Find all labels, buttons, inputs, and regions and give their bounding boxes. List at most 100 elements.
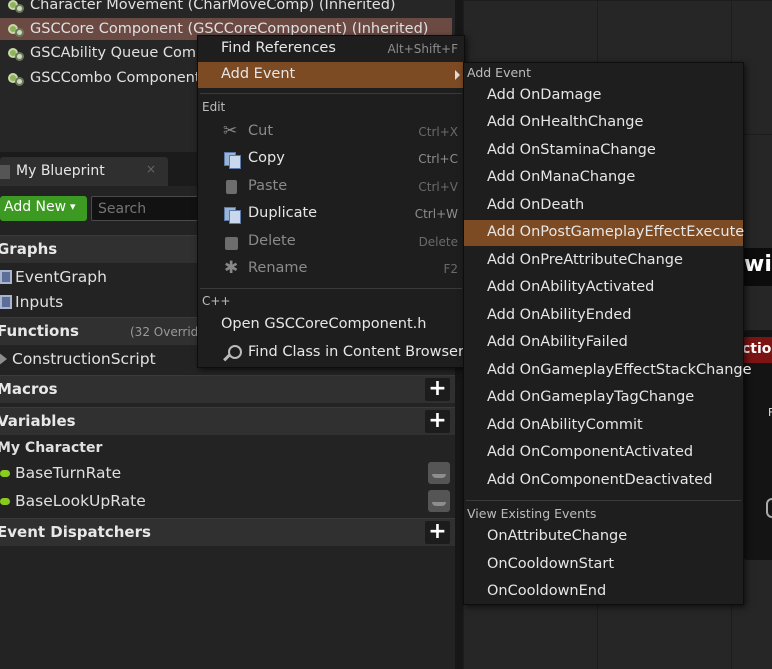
paste-icon xyxy=(223,179,241,195)
submenu-item-oncooldownstart[interactable]: OnCooldownStart xyxy=(464,552,743,578)
submenu-item-add-ondeath[interactable]: Add OnDeath xyxy=(464,193,743,219)
submenu-item-onattributechange[interactable]: OnAttributeChange xyxy=(464,524,743,550)
menu-item-copy[interactable]: Copy Ctrl+C xyxy=(198,146,464,172)
graph-item-eventgraph[interactable]: EventGraph xyxy=(0,265,107,289)
submenu-item-add-ondamage[interactable]: Add OnDamage xyxy=(464,83,743,109)
menu-item-label: Delete xyxy=(248,233,296,249)
component-label: GSCCombo Component xyxy=(30,70,201,86)
menu-item-label: Find Class in Content Browser xyxy=(248,344,464,360)
submenu-item-add-onpreattributechange[interactable]: Add OnPreAttributeChange xyxy=(464,248,743,274)
menu-item-add-event[interactable]: Add Event xyxy=(198,62,464,88)
submenu-arrow-icon xyxy=(455,70,460,80)
submenu-item-label: Add OnAbilityFailed xyxy=(487,334,628,350)
add-variable-button[interactable]: + xyxy=(425,410,450,433)
graph-node-header: ction xyxy=(742,337,772,363)
close-tab-icon[interactable]: × xyxy=(146,162,156,176)
submenu-item-label: Add OnAbilityCommit xyxy=(487,417,643,433)
search-input[interactable] xyxy=(91,196,201,221)
graph-node-header-title: ction xyxy=(742,341,772,357)
function-label: ConstructionScript xyxy=(12,350,156,368)
menu-item-delete[interactable]: Delete Delete xyxy=(198,229,464,255)
blueprint-tab-icon xyxy=(0,165,10,179)
component-row-character-movement[interactable]: Character Movement (CharMoveComp) (Inher… xyxy=(8,0,396,16)
menu-section-cpp: C++ xyxy=(202,294,231,308)
graph-node-pin-label: F xyxy=(768,406,772,419)
menu-item-cut[interactable]: Cut Ctrl+X xyxy=(198,119,464,145)
submenu-item-oncooldownend[interactable]: OnCooldownEnd xyxy=(464,579,743,605)
menu-item-shortcut: F2 xyxy=(443,262,458,276)
variable-row-baselookuprate[interactable]: BaseLookUpRate xyxy=(0,489,455,515)
menu-item-label: Rename xyxy=(248,260,308,276)
submenu-item-add-onabilitycommit[interactable]: Add OnAbilityCommit xyxy=(464,413,743,439)
submenu-item-add-oncomponentdeactivated[interactable]: Add OnComponentDeactivated xyxy=(464,468,743,494)
menu-divider xyxy=(200,93,462,94)
submenu-item-add-onstaminachange[interactable]: Add OnStaminaChange xyxy=(464,138,743,164)
menu-divider xyxy=(200,288,462,289)
submenu-item-label: Add OnDamage xyxy=(487,87,602,103)
submenu-item-add-oncomponentactivated[interactable]: Add OnComponentActivated xyxy=(464,440,743,466)
component-icon xyxy=(8,20,26,38)
menu-item-shortcut: Ctrl+C xyxy=(418,152,458,166)
variable-row-baseturnrate[interactable]: BaseTurnRate xyxy=(0,461,455,487)
section-title: Event Dispatchers xyxy=(0,523,151,541)
menu-item-find-class[interactable]: Find Class in Content Browser xyxy=(198,340,464,366)
component-row-gsccombo[interactable]: GSCCombo Component xyxy=(8,67,201,89)
component-label: Character Movement (CharMoveComp) (Inher… xyxy=(30,0,396,13)
menu-item-rename[interactable]: Rename F2 xyxy=(198,256,464,282)
menu-item-open-header[interactable]: Open GSCCoreComponent.h xyxy=(198,312,464,338)
submenu-item-add-onabilityfailed[interactable]: Add OnAbilityFailed xyxy=(464,330,743,356)
graph-label: Inputs xyxy=(15,293,64,311)
add-new-button[interactable]: Add New ▾ xyxy=(0,196,87,221)
section-macros[interactable]: Macros + xyxy=(0,375,455,403)
menu-section-edit: Edit xyxy=(202,100,226,114)
section-title: Graphs xyxy=(0,240,58,258)
graph-label: EventGraph xyxy=(15,268,107,286)
component-label: GSCAbility Queue Compo xyxy=(30,45,215,61)
section-title: Macros xyxy=(0,380,58,398)
submenu-item-label: OnCooldownStart xyxy=(487,556,615,572)
submenu-item-label: Add OnHealthChange xyxy=(487,114,644,130)
submenu-item-add-ongameplaytagchange[interactable]: Add OnGameplayTagChange xyxy=(464,385,743,411)
menu-item-duplicate[interactable]: Duplicate Ctrl+W xyxy=(198,201,464,227)
submenu-item-label: Add OnDeath xyxy=(487,197,585,213)
submenu-item-label: Add OnGameplayEffectStackChange xyxy=(487,362,752,378)
add-event-submenu: Add Event Add OnDamage Add OnHealthChang… xyxy=(463,62,752,605)
submenu-item-add-onhealthchange[interactable]: Add OnHealthChange xyxy=(464,110,743,136)
eye-closed-icon[interactable] xyxy=(428,490,450,512)
submenu-item-add-ongameplayeffectstackchange[interactable]: Add OnGameplayEffectStackChange xyxy=(464,358,752,384)
magnifier-icon xyxy=(223,345,242,361)
variable-category[interactable]: My Character xyxy=(0,440,102,456)
eye-closed-icon[interactable] xyxy=(428,462,450,484)
menu-item-paste[interactable]: Paste Ctrl+V xyxy=(198,174,464,200)
component-row-gscability-queue[interactable]: GSCAbility Queue Compo xyxy=(8,42,214,64)
duplicate-icon xyxy=(223,206,241,224)
context-menu: Find References Alt+Shift+F Add Event Ed… xyxy=(197,35,465,368)
menu-item-shortcut: Ctrl+W xyxy=(414,207,458,221)
add-event-dispatcher-button[interactable]: + xyxy=(425,521,450,544)
submenu-item-label: Add OnPreAttributeChange xyxy=(487,252,683,268)
menu-item-label: Copy xyxy=(248,150,285,166)
submenu-item-add-onpostgameplayeffectexecute[interactable]: Add OnPostGameplayEffectExecute xyxy=(464,220,744,246)
submenu-item-label: OnCooldownEnd xyxy=(487,583,607,599)
add-new-label: Add New xyxy=(4,199,67,215)
menu-item-find-references[interactable]: Find References Alt+Shift+F xyxy=(198,36,464,62)
section-title: Variables xyxy=(0,412,76,430)
menu-item-label: Add Event xyxy=(221,66,296,82)
section-variables[interactable]: Variables + xyxy=(0,407,455,435)
section-event-dispatchers[interactable]: Event Dispatchers + xyxy=(0,518,455,546)
graph-node-partial[interactable]: with xyxy=(742,248,772,286)
section-title: Functions xyxy=(0,322,79,340)
submenu-item-add-onmanachange[interactable]: Add OnManaChange xyxy=(464,165,743,191)
exec-pin-icon[interactable] xyxy=(766,498,772,518)
menu-item-shortcut: Alt+Shift+F xyxy=(387,42,458,56)
graph-item-inputs[interactable]: Inputs xyxy=(0,290,63,314)
tab-my-blueprint[interactable]: My Blueprint × xyxy=(0,157,168,186)
function-item-constructionscript[interactable]: ConstructionScript xyxy=(0,347,156,371)
delete-icon xyxy=(223,234,241,250)
submenu-item-add-onabilityended[interactable]: Add OnAbilityEnded xyxy=(464,303,743,329)
component-icon xyxy=(8,0,26,14)
variable-type-pill xyxy=(0,470,10,477)
menu-item-label: Open GSCCoreComponent.h xyxy=(221,316,427,332)
submenu-item-add-onabilityactivated[interactable]: Add OnAbilityActivated xyxy=(464,275,743,301)
add-macro-button[interactable]: + xyxy=(425,378,450,401)
